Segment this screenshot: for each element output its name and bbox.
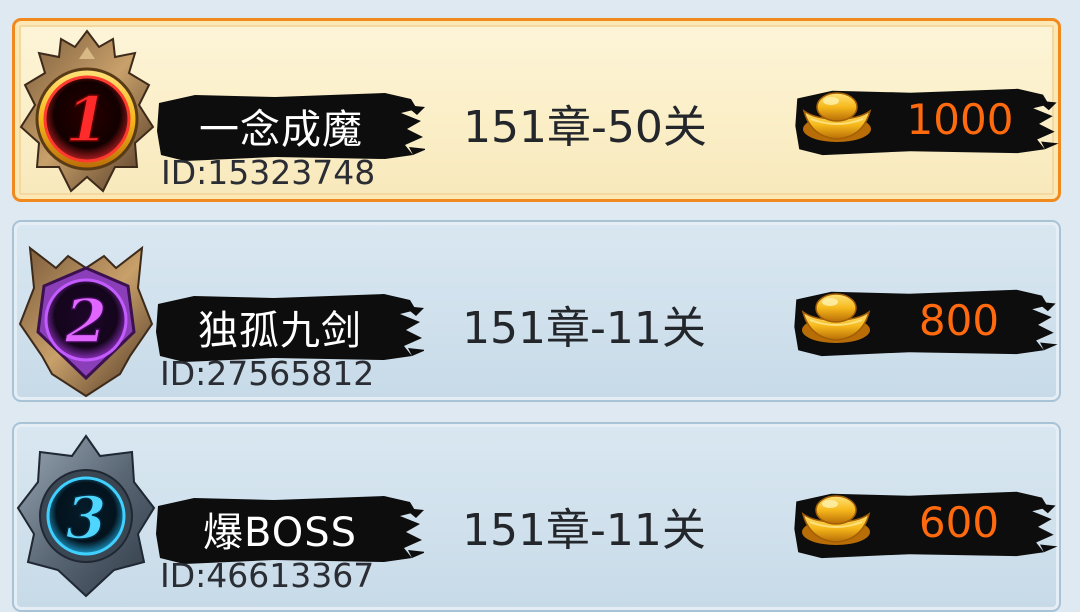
rank-number: 1 [65, 83, 108, 156]
leaderboard-row-1[interactable]: 1 一念成魔 ID:15323748 151章-50关 1000 [12, 18, 1061, 202]
stage-progress: 151章-11关 [462, 505, 706, 556]
stage-progress: 151章-50关 [463, 102, 707, 153]
stage-progress: 151章-11关 [462, 303, 706, 354]
reward-amount: 600 [918, 498, 1000, 547]
reward-amount: 800 [918, 296, 1000, 345]
player-name: 爆BOSS [202, 510, 357, 556]
player-name: 独孤九剑 [198, 308, 362, 354]
blue-crest-rank-3-icon: 3 [16, 434, 156, 598]
gold-ingot-icon [801, 495, 871, 546]
reward-amount: 1000 [906, 95, 1014, 144]
leaderboard-row-3[interactable]: 3 爆BOSS ID:46613367 151章-11关 600 [12, 422, 1061, 612]
player-name: 一念成魔 [199, 107, 363, 153]
gold-ingot-icon [801, 293, 871, 344]
gold-ingot-icon [802, 92, 872, 143]
rank-number: 2 [64, 287, 107, 357]
gold-crest-rank-1-icon: 1 [19, 29, 155, 193]
player-id: ID:15323748 [161, 153, 376, 192]
rank-number: 3 [66, 484, 106, 552]
purple-crest-rank-2-icon: 2 [18, 245, 154, 398]
player-id: ID:27565812 [160, 354, 375, 393]
player-id: ID:46613367 [160, 556, 375, 595]
leaderboard-row-2[interactable]: 2 独孤九剑 ID:27565812 151章-11关 800 [12, 220, 1061, 402]
